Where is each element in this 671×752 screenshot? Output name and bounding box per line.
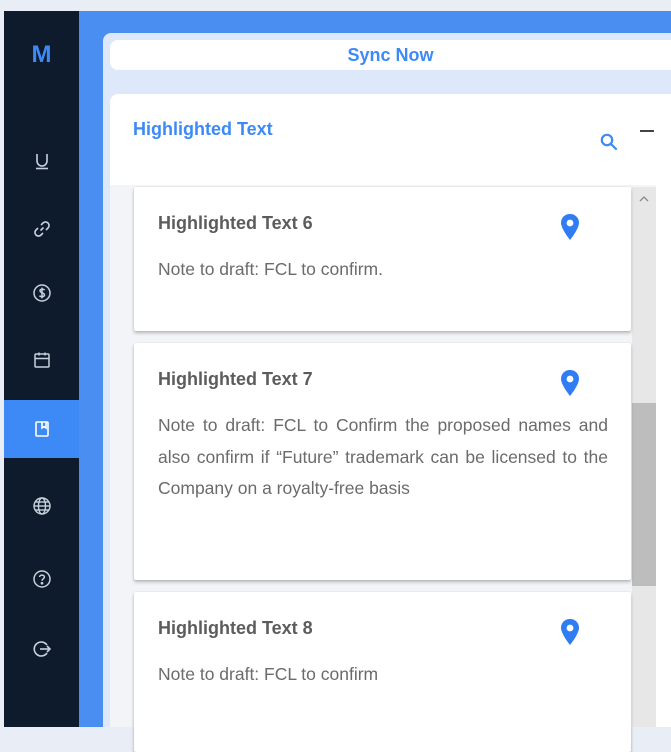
sidebar-item-billing[interactable] [4,264,79,322]
card-text: Note to draft: FCL to confirm. [158,259,383,279]
card-text: Note to draft: FCL to Confirm the propos… [158,415,608,498]
sidebar-item-calendar[interactable] [4,331,79,389]
highlight-card[interactable]: Highlighted Text 8 Note to draft: FCL to… [134,592,631,752]
sidebar-item-help[interactable] [4,550,79,608]
link-icon [33,221,50,237]
logout-icon [33,641,51,657]
sidebar-item-globe[interactable] [4,477,79,535]
sidebar-item-link[interactable] [4,200,79,258]
bookmark-icon [34,421,49,437]
card-title: Highlighted Text 7 [158,369,313,389]
underline-icon [35,154,48,170]
help-icon [32,570,51,588]
sync-bar: Sync Now [110,40,671,70]
sidebar: M [4,11,79,727]
dollar-icon [32,284,51,302]
location-pin-icon[interactable] [560,369,580,397]
search-icon[interactable] [599,132,619,152]
sidebar-item-logout[interactable] [4,620,79,678]
card-text: Note to draft: FCL to confirm [158,664,379,684]
calendar-icon [33,352,50,368]
sync-now-button[interactable]: Sync Now [347,45,433,66]
location-pin-icon[interactable] [560,618,580,646]
scroll-up-arrow-icon[interactable] [637,192,651,206]
minimize-icon[interactable] [640,130,654,132]
card-title: Highlighted Text 6 [158,213,313,233]
scrollbar-thumb[interactable] [632,403,656,586]
sidebar-item-notes[interactable] [4,400,79,458]
globe-icon [32,497,51,515]
section-title: Highlighted Text [133,119,273,139]
highlight-card[interactable]: Highlighted Text 6 Note to draft: FCL to… [134,187,631,331]
app-logo: M [31,41,52,68]
sidebar-item-underline[interactable] [4,132,79,190]
card-title: Highlighted Text 8 [158,618,313,638]
highlight-card[interactable]: Highlighted Text 7 Note to draft: FCL to… [134,343,631,580]
location-pin-icon[interactable] [560,213,580,241]
